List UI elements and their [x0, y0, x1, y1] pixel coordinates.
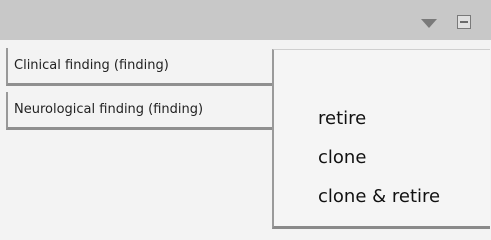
dropdown-button[interactable] — [417, 13, 441, 33]
menu-item-retire[interactable]: retire — [318, 108, 366, 129]
minus-square-icon — [460, 21, 468, 23]
list-item-clinical-finding[interactable]: Clinical finding (finding) — [6, 48, 272, 86]
menu-item-clone-and-retire[interactable]: clone & retire — [318, 186, 440, 207]
list-item-neurological-finding[interactable]: Neurological finding (finding) — [6, 92, 272, 130]
collapse-button[interactable] — [457, 15, 471, 29]
triangle-down-icon — [421, 18, 437, 28]
panel-header — [0, 0, 491, 40]
context-menu: retire clone clone & retire — [272, 49, 490, 229]
list-item-label: Neurological finding (finding) — [14, 102, 204, 117]
list-item-label: Clinical finding (finding) — [14, 58, 169, 73]
menu-item-clone[interactable]: clone — [318, 147, 366, 168]
